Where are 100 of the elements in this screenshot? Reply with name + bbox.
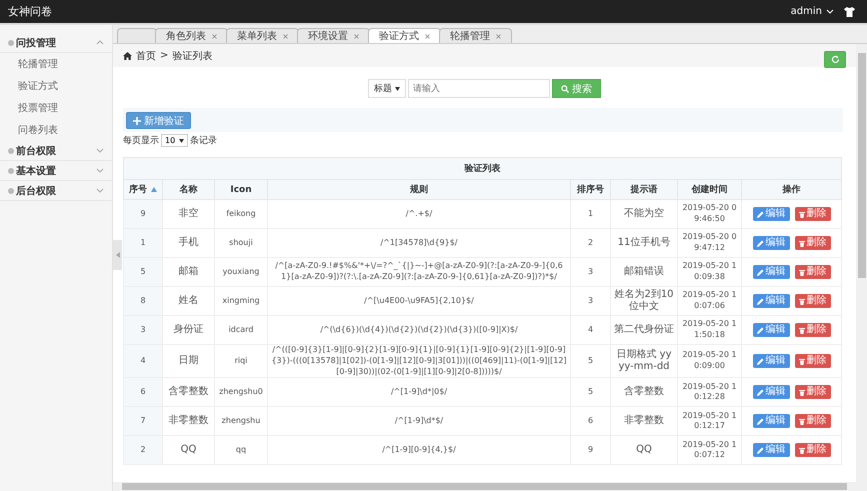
column-header[interactable]: 创建时间 bbox=[678, 180, 742, 200]
table-cell: 2019-05-20 10:12:17 bbox=[678, 406, 742, 436]
page-size-select[interactable]: 10 bbox=[161, 134, 188, 147]
column-header[interactable]: 序号 bbox=[124, 180, 162, 200]
column-header[interactable]: 操作 bbox=[742, 180, 842, 200]
delete-button[interactable]: 删除 bbox=[794, 294, 830, 308]
close-icon[interactable] bbox=[496, 34, 501, 38]
edit-button[interactable]: 编辑 bbox=[752, 385, 790, 400]
table-cell: 5 bbox=[570, 378, 610, 407]
tab[interactable]: 菜单列表 bbox=[226, 28, 299, 43]
edit-button[interactable]: 编辑 bbox=[752, 443, 790, 458]
edit-button[interactable]: 编辑 bbox=[752, 207, 790, 221]
delete-button[interactable]: 删除 bbox=[794, 354, 830, 368]
user-menu[interactable]: admin bbox=[790, 6, 834, 17]
table-cell: 非零整数 bbox=[162, 406, 214, 436]
delete-button[interactable]: 删除 bbox=[794, 443, 830, 458]
table-cell: zhengshu bbox=[214, 406, 268, 436]
table-cell: 非空 bbox=[162, 200, 214, 228]
trash-icon bbox=[798, 446, 804, 454]
breadcrumb-separator: > bbox=[160, 50, 168, 61]
add-button[interactable]: 新增验证 bbox=[126, 112, 191, 129]
collapse-handle[interactable] bbox=[113, 240, 122, 270]
table-cell: 日期 bbox=[162, 344, 214, 378]
column-header[interactable]: Icon bbox=[214, 180, 268, 200]
breadcrumb-current: 验证列表 bbox=[172, 50, 212, 62]
caret-left-icon bbox=[116, 252, 120, 258]
table-cell: 姓名 bbox=[162, 286, 214, 316]
vertical-scrollbar[interactable] bbox=[856, 44, 867, 491]
app-title: 女神问卷 bbox=[8, 4, 52, 19]
table-cell: /^[\u4E00-\u9FA5]{2,10}$/ bbox=[268, 286, 570, 316]
column-header[interactable]: 规则 bbox=[268, 180, 570, 200]
blank-tab[interactable] bbox=[117, 28, 157, 43]
tab[interactable]: 角色列表 bbox=[155, 28, 228, 43]
table-cell: /^[1-9]\d*$/ bbox=[268, 406, 570, 436]
table-cell: qq bbox=[214, 436, 268, 465]
trash-icon bbox=[798, 268, 804, 276]
sidebar-item[interactable]: 投票管理 bbox=[0, 97, 112, 119]
close-icon[interactable] bbox=[354, 34, 359, 38]
table-cell: /^[1-9][0-9]{4,}$/ bbox=[268, 436, 570, 465]
table-cell: 邮箱 bbox=[162, 258, 214, 286]
table-cell: QQ bbox=[162, 436, 214, 465]
refresh-button[interactable] bbox=[824, 51, 846, 68]
edit-button[interactable]: 编辑 bbox=[752, 236, 790, 250]
sidebar-group[interactable]: 问投管理 bbox=[0, 33, 112, 53]
sidebar-item[interactable]: 验证方式 bbox=[0, 75, 112, 97]
delete-button[interactable]: 删除 bbox=[794, 265, 830, 279]
table-cell: youxiang bbox=[214, 258, 268, 286]
trash-icon bbox=[798, 326, 804, 334]
table-cell: 9 bbox=[570, 436, 610, 465]
sort-icon[interactable] bbox=[151, 187, 157, 192]
sidebar-group[interactable]: 基本设置 bbox=[0, 161, 112, 181]
page-size-label: 条记录 bbox=[190, 134, 218, 147]
edit-button[interactable]: 编辑 bbox=[752, 414, 790, 428]
refresh-icon bbox=[830, 55, 840, 64]
delete-button[interactable]: 删除 bbox=[794, 207, 830, 221]
table-cell: QQ bbox=[610, 436, 678, 465]
table-cell: 日期格式 yyyy-mm-dd bbox=[610, 344, 678, 378]
close-icon[interactable] bbox=[425, 34, 430, 38]
field-select[interactable]: 标题 bbox=[368, 79, 406, 98]
shirt-icon[interactable] bbox=[844, 6, 855, 16]
sidebar-item[interactable]: 问卷列表 bbox=[0, 119, 112, 141]
horizontal-scrollbar[interactable] bbox=[113, 482, 856, 491]
delete-button[interactable]: 删除 bbox=[794, 414, 830, 428]
delete-button[interactable]: 删除 bbox=[794, 385, 830, 400]
edit-button[interactable]: 编辑 bbox=[752, 354, 790, 368]
table-cell: zhengshu0 bbox=[214, 378, 268, 407]
delete-button[interactable]: 删除 bbox=[794, 323, 830, 337]
table-cell: 11位手机号 bbox=[610, 228, 678, 258]
pencil-icon bbox=[756, 210, 764, 218]
pencil-icon bbox=[756, 298, 764, 304]
tab[interactable]: 环境设置 bbox=[297, 28, 370, 43]
table-cell: 非零整数 bbox=[610, 406, 678, 436]
edit-button[interactable]: 编辑 bbox=[752, 323, 790, 337]
breadcrumb-link[interactable]: 首页 bbox=[136, 48, 156, 62]
table-cell: /^(([0-9]{3}[1-9]|[0-9]{2}[1-9][0-9]{1}|[0-9]{1}[1-9][0-9]{2}|[1-9][0-9]{3})-(((0[13578]|1[02])-(0[1-9]|[12][0-9]|3[01]))|((0[469]|11)-(0[1-9]|[12][0-9]|30))|(02-(0[1-9]|[1][0-9]|2[0-8]))))$/ bbox=[268, 344, 570, 378]
delete-button[interactable]: 删除 bbox=[794, 236, 830, 250]
sidebar-item[interactable]: 轮播管理 bbox=[0, 53, 112, 75]
table-cell: 2 bbox=[124, 436, 162, 465]
table-cell: /^[a-zA-Z0-9.!#$%&'*+\/=?^_`{|}~-]+@[a-zA-Z0-9](?:[a-zA-Z0-9-]{0,61}[a-zA-Z0-9])?(?:\.[a-zA-Z0-9](?:[a-zA-Z0-9-]{0,61}[a-zA-Z0-9])?)*$/ bbox=[268, 258, 570, 286]
trash-icon bbox=[798, 418, 804, 425]
search-field[interactable]: 请输入 bbox=[408, 79, 550, 98]
sidebar-group[interactable]: 后台权限 bbox=[0, 181, 112, 201]
chevron-down-icon bbox=[96, 188, 104, 193]
table-cell: 6 bbox=[570, 406, 610, 436]
pencil-icon bbox=[756, 358, 764, 365]
table-cell: 2019-05-20 09:47:12 bbox=[678, 228, 742, 258]
column-header[interactable]: 提示语 bbox=[610, 180, 678, 200]
edit-button[interactable]: 编辑 bbox=[752, 294, 790, 308]
table-cell: 4 bbox=[570, 316, 610, 344]
table-cell: 不能为空 bbox=[610, 200, 678, 228]
edit-button[interactable]: 编辑 bbox=[752, 265, 790, 279]
close-icon[interactable] bbox=[212, 34, 217, 38]
tab[interactable]: 验证方式 bbox=[368, 28, 441, 43]
column-header[interactable]: 排序号 bbox=[570, 180, 610, 200]
tab[interactable]: 轮播管理 bbox=[439, 28, 512, 43]
table-cell: 4 bbox=[124, 344, 162, 378]
column-header[interactable]: 名称 bbox=[162, 180, 214, 200]
table-cell: 2019-05-20 10:07:12 bbox=[678, 436, 742, 465]
sidebar-group[interactable]: 前台权限 bbox=[0, 141, 112, 161]
close-icon[interactable] bbox=[283, 34, 288, 38]
